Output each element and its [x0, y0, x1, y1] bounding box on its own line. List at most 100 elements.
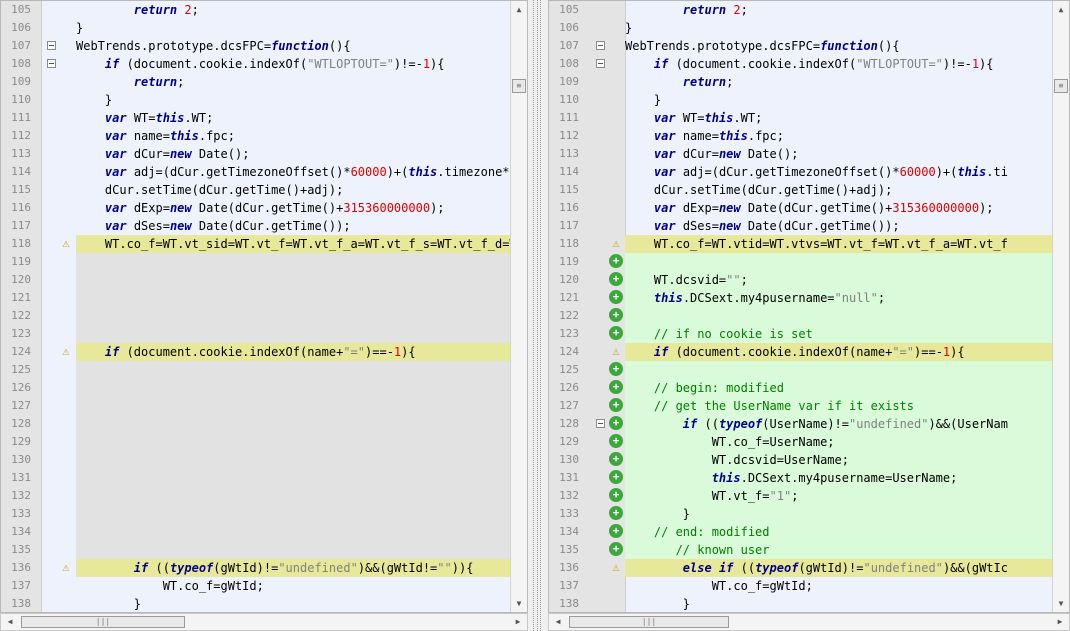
- line-number: 107: [11, 39, 31, 52]
- code-line: 133: [1, 505, 510, 523]
- code-text: }: [76, 597, 142, 611]
- code-line: 119 +: [549, 253, 1052, 271]
- line-number: 112: [11, 129, 31, 142]
- plus-icon: +: [609, 470, 623, 484]
- code-text: var WT=this.WT;: [653, 111, 763, 125]
- code-text: // end: modified: [625, 523, 1052, 541]
- code-line: 132 + WT.vt_f="1";: [549, 487, 1052, 505]
- code-line: 112 var name=this.fpc;: [1, 127, 510, 145]
- line-number: 132: [11, 489, 31, 502]
- line-number: 118: [11, 237, 31, 250]
- code-line: 119: [1, 253, 510, 271]
- right-diff-pane[interactable]: 105 return 2; 106} 107 WebTrends.prototype.…: [548, 0, 1070, 613]
- line-number: 136: [559, 561, 579, 574]
- scroll-left-arrow-icon[interactable]: ◀: [3, 615, 17, 629]
- fold-toggle-icon[interactable]: [596, 419, 605, 428]
- code-text: [76, 451, 510, 469]
- line-number: 122: [559, 309, 579, 322]
- code-text: var adj=(dCur.getTimezoneOffset()*60000)…: [653, 165, 1008, 179]
- scroll-up-arrow-icon[interactable]: ▲: [1054, 3, 1068, 17]
- code-line: 118 ⚠ WT.co_f=WT.vt_sid=WT.vt_f=WT.vt_f_a…: [1, 235, 510, 253]
- pane-splitter[interactable]: [528, 0, 548, 631]
- line-number: 129: [559, 435, 579, 448]
- plus-icon: +: [609, 452, 623, 466]
- code-text: // known user: [625, 541, 1052, 559]
- fold-toggle-icon[interactable]: [596, 59, 605, 68]
- plus-icon: +: [609, 434, 623, 448]
- code-text: var name=this.fpc;: [104, 129, 235, 143]
- fold-toggle-icon[interactable]: [47, 41, 56, 50]
- line-number: 135: [11, 543, 31, 556]
- code-text: [76, 307, 510, 325]
- scroll-down-arrow-icon[interactable]: ▼: [512, 597, 526, 611]
- line-number: 135: [559, 543, 579, 556]
- code-text: }: [625, 505, 1052, 523]
- code-line: 105 return 2;: [1, 1, 510, 19]
- code-line: 127: [1, 397, 510, 415]
- line-number: 116: [559, 201, 579, 214]
- line-number: 127: [11, 399, 31, 412]
- line-number: 130: [559, 453, 579, 466]
- line-number: 105: [11, 3, 31, 16]
- code-text: dCur.setTime(dCur.getTime()+adj);: [76, 183, 344, 197]
- code-text: WT.co_f=WT.vtid=WT.vtvs=WT.vt_f=WT.vt_f_…: [625, 235, 1052, 253]
- fold-toggle-icon[interactable]: [596, 41, 605, 50]
- line-number: 117: [11, 219, 31, 232]
- code-text: [76, 379, 510, 397]
- code-text: }: [76, 21, 84, 35]
- left-vertical-scrollbar[interactable]: ▲ ≡ ▼: [510, 1, 527, 612]
- left-diff-pane[interactable]: 105 return 2; 106} 107 WebTrends.prototype.…: [0, 0, 528, 613]
- line-number: 137: [11, 579, 31, 592]
- line-number: 122: [11, 309, 31, 322]
- code-line: 114 var adj=(dCur.getTimezoneOffset()*60…: [1, 163, 510, 181]
- line-number: 131: [11, 471, 31, 484]
- line-number: 130: [11, 453, 31, 466]
- code-text: [76, 505, 510, 523]
- code-line: 128 + if ((typeof(UserName)!="undefined")…: [549, 415, 1052, 433]
- scroll-left-arrow-icon[interactable]: ◀: [551, 615, 565, 629]
- right-horizontal-scrollbar[interactable]: ◀ ||| ▶: [548, 613, 1070, 631]
- line-number: 105: [559, 3, 579, 16]
- fold-toggle-icon[interactable]: [47, 59, 56, 68]
- line-number: 110: [559, 93, 579, 106]
- code-text: [625, 307, 1052, 325]
- code-line: 106}: [1, 19, 510, 37]
- warning-icon: ⚠: [612, 560, 620, 574]
- scroll-down-arrow-icon[interactable]: ▼: [1054, 597, 1068, 611]
- plus-icon: +: [609, 290, 623, 304]
- code-text: return 2;: [682, 3, 748, 17]
- warning-icon: ⚠: [62, 344, 70, 358]
- code-line: 117 var dSes=new Date(dCur.getTime());: [1, 217, 510, 235]
- code-line: 126: [1, 379, 510, 397]
- line-number: 125: [559, 363, 579, 376]
- code-line: 126 + // begin: modified: [549, 379, 1052, 397]
- line-number: 114: [11, 165, 31, 178]
- line-number: 138: [11, 597, 31, 610]
- line-number: 126: [11, 381, 31, 394]
- code-text: WebTrends.prototype.dcsFPC=function(){: [76, 39, 351, 53]
- code-line: 112 var name=this.fpc;: [549, 127, 1052, 145]
- code-text: dCur.setTime(dCur.getTime()+adj);: [625, 183, 893, 197]
- code-text: var dSes=new Date(dCur.getTime());: [104, 219, 351, 233]
- code-line: 137 WT.co_f=gWtId;: [549, 577, 1052, 595]
- code-line: 109 return;: [549, 73, 1052, 91]
- horizontal-scroll-thumb[interactable]: |||: [21, 616, 185, 628]
- horizontal-scroll-thumb[interactable]: |||: [569, 616, 729, 628]
- line-number: 133: [559, 507, 579, 520]
- line-number: 114: [559, 165, 579, 178]
- scroll-thumb[interactable]: ≡: [1054, 79, 1068, 93]
- code-line: 125 +: [549, 361, 1052, 379]
- plus-icon: +: [609, 416, 623, 430]
- scroll-right-arrow-icon[interactable]: ▶: [511, 615, 525, 629]
- right-vertical-scrollbar[interactable]: ▲ ≡ ▼: [1052, 1, 1069, 612]
- code-line: 108 if (document.cookie.indexOf("WTLOPTO…: [1, 55, 510, 73]
- code-text: [76, 523, 510, 541]
- left-horizontal-scrollbar[interactable]: ◀ ||| ▶: [0, 613, 528, 631]
- code-text: WT.co_f=gWtId;: [76, 579, 264, 593]
- warning-icon: ⚠: [612, 236, 620, 250]
- scroll-right-arrow-icon[interactable]: ▶: [1053, 615, 1067, 629]
- code-line: 108 if (document.cookie.indexOf("WTLOPTO…: [549, 55, 1052, 73]
- line-number: 115: [559, 183, 579, 196]
- scroll-thumb[interactable]: ≡: [512, 79, 526, 93]
- scroll-up-arrow-icon[interactable]: ▲: [512, 3, 526, 17]
